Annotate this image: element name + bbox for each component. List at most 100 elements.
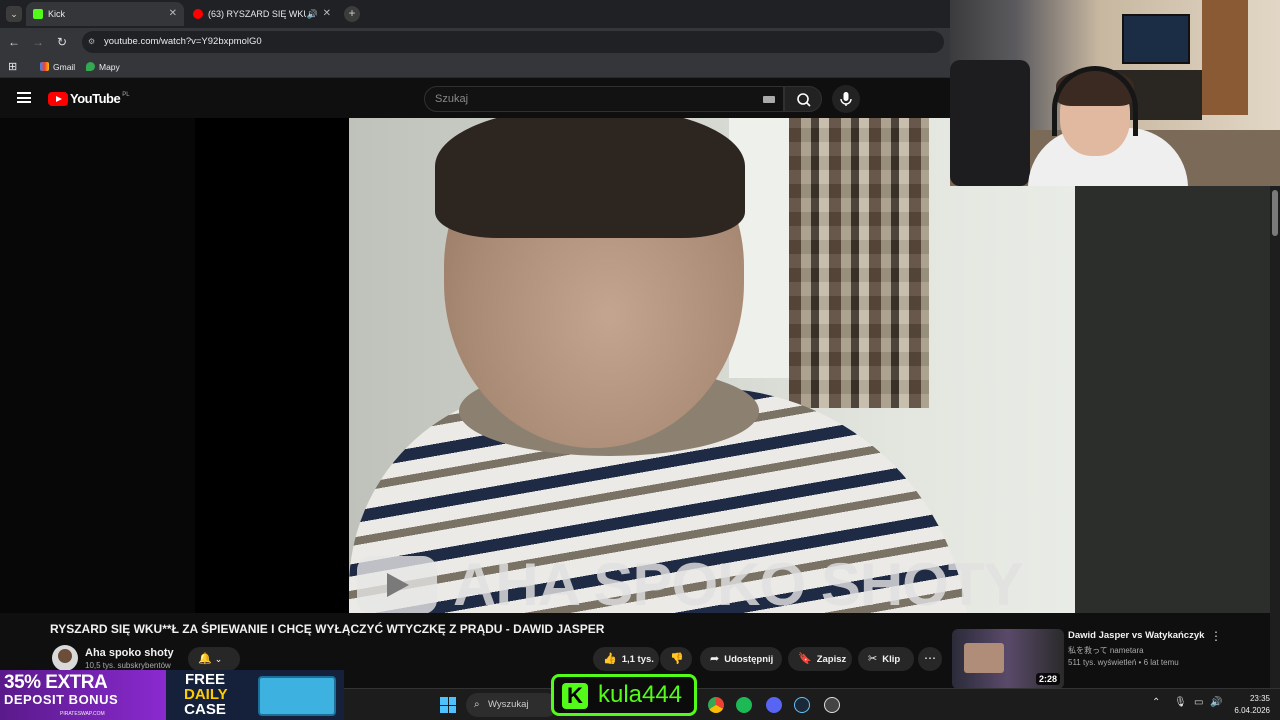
dislike-button[interactable]: 👎 — [660, 647, 692, 671]
tray-volume-icon[interactable]: 🔊 — [1210, 697, 1222, 708]
windows-start-icon[interactable] — [440, 697, 456, 713]
video-person-hair — [435, 118, 745, 238]
channel-watermark: AHA SPOKO SHOTY — [357, 550, 1024, 613]
like-count: 1,1 tys. — [621, 654, 654, 665]
youtube-header: YouTube PL — [0, 80, 950, 118]
promo-headline: 35% EXTRA — [4, 672, 108, 693]
notification-bell-button[interactable]: 🔔 ⌄ — [188, 647, 240, 671]
recommended-channel[interactable]: 私を救って nametara — [1068, 645, 1144, 656]
youtube-play-logo-icon — [48, 92, 68, 106]
search-icon: ⌕ — [474, 699, 480, 710]
gmail-icon — [40, 62, 49, 71]
deposit-bonus-banner: 35% EXTRA DEPOSIT BONUS PIRATESWAP.COM — [0, 670, 166, 720]
channel-name[interactable]: Aha spoko shoty — [85, 647, 174, 659]
address-toolbar: ← → ↻ ⚙ youtube.com/watch?v=Y92bxpmolG0 — [0, 28, 950, 56]
keyboard-icon[interactable] — [763, 96, 775, 103]
video-title: RYSZARD SIĘ WKU**Ł ZA ŚPIEWANIE I CHCĘ W… — [50, 622, 605, 636]
back-arrow-icon[interactable]: ← — [6, 34, 22, 50]
search-input[interactable] — [425, 87, 725, 111]
kick-username-badge: K kula444 — [551, 674, 697, 716]
channel-avatar[interactable] — [52, 645, 78, 671]
case-box-icon — [258, 676, 336, 716]
save-label: Zapisz — [816, 654, 847, 665]
recommended-title[interactable]: Dawid Jasper vs Watykańczyk — [1068, 630, 1204, 641]
chevron-down-icon: ⌄ — [214, 654, 223, 664]
scrollbar-thumb[interactable] — [1272, 190, 1278, 236]
case-text: FREE DAILY CASE — [184, 671, 228, 718]
taskbar-search[interactable]: ⌕ Wyszukaj — [466, 693, 558, 717]
close-tab-icon[interactable]: ✕ — [323, 2, 331, 26]
steam-icon[interactable] — [794, 697, 810, 713]
tray-network-icon[interactable]: ▭ — [1194, 697, 1203, 708]
tab-label: (63) RYSZARD SIĘ WKU**Ł Z — [208, 9, 306, 19]
bookmark-gmail[interactable]: Gmail — [40, 56, 75, 78]
share-button[interactable]: ➦ Udostępnij — [700, 647, 782, 671]
discord-icon[interactable] — [766, 697, 782, 713]
thumbnail-image — [964, 643, 1004, 673]
video-curtain-shade — [789, 118, 929, 408]
hamburger-menu-icon[interactable] — [17, 92, 31, 103]
right-panel — [1075, 186, 1270, 613]
kick-username: kula444 — [598, 681, 683, 708]
forward-arrow-icon[interactable]: → — [30, 34, 46, 50]
taskbar-search-placeholder: Wyszukaj — [488, 699, 529, 710]
search-box — [424, 86, 784, 112]
bookmark-maps[interactable]: Mapy — [86, 56, 120, 78]
video-player[interactable]: AHA SPOKO SHOTY — [0, 118, 1075, 613]
tab-search-icon[interactable]: ⌄ — [6, 6, 22, 22]
save-button[interactable]: 🔖 Zapisz — [788, 647, 852, 671]
thumbs-down-icon: 👎 — [670, 653, 684, 665]
scissors-icon: ✂ — [868, 653, 878, 665]
reload-icon[interactable]: ↻ — [54, 34, 70, 50]
tab-youtube[interactable]: (63) RYSZARD SIĘ WKU**Ł Z 🔊 ✕ — [186, 2, 338, 26]
daily-case-banner: FREE DAILY CASE — [166, 670, 344, 720]
case-line-1: FREE — [184, 671, 225, 688]
microphone-icon — [840, 92, 852, 106]
clock-date: 6.04.2026 — [1234, 706, 1270, 715]
taskbar-clock[interactable]: 23:35 6.04.2026 — [1230, 693, 1270, 717]
url-text: youtube.com/watch?v=Y92bxpmolG0 — [104, 36, 262, 47]
video-duration: 2:28 — [1035, 673, 1060, 685]
bell-icon: 🔔 — [198, 653, 212, 665]
tray-chevron-up-icon[interactable]: ⌃ — [1152, 697, 1160, 708]
tab-kick[interactable]: Kick ✕ — [26, 2, 184, 26]
youtube-logo[interactable]: YouTube PL — [48, 92, 130, 106]
video-frame[interactable]: AHA SPOKO SHOTY — [349, 118, 1075, 613]
more-actions-button[interactable]: ⋯ — [918, 647, 942, 671]
speaker-icon[interactable]: 🔊 — [307, 2, 318, 26]
voice-search-button[interactable] — [832, 85, 860, 113]
share-label: Udostępnij — [724, 654, 774, 665]
bookmark-icon: 🔖 — [798, 653, 812, 665]
page-scrollbar[interactable] — [1270, 186, 1280, 706]
apps-grid-icon[interactable]: ⊞ — [8, 56, 17, 78]
close-tab-icon[interactable]: ✕ — [169, 2, 177, 26]
player-letterbox — [0, 118, 195, 613]
webcam-tv — [1122, 14, 1190, 64]
clock-time: 23:35 — [1249, 694, 1270, 703]
site-info-icon[interactable]: ⚙ — [88, 37, 98, 47]
new-tab-button[interactable]: + — [344, 6, 360, 22]
streamer-webcam — [950, 0, 1280, 186]
recommended-thumbnail[interactable]: 2:28 — [952, 629, 1064, 689]
tray-mic-icon[interactable]: 🎙 — [1174, 697, 1187, 708]
recommended-meta: 511 tys. wyświetleń • 6 lat temu — [1068, 658, 1179, 667]
logo-wordmark: YouTube — [70, 91, 121, 106]
search-button[interactable] — [784, 86, 822, 112]
share-arrow-icon: ➦ — [710, 653, 720, 665]
bookmark-label: Gmail — [53, 62, 76, 72]
url-bar[interactable]: ⚙ youtube.com/watch?v=Y92bxpmolG0 — [82, 31, 944, 53]
clip-label: Klip — [882, 654, 901, 665]
watermark-text: AHA SPOKO SHOTY — [453, 551, 1024, 613]
case-line-2: DAILY — [184, 686, 228, 703]
like-button[interactable]: 👍 1,1 tys. — [593, 647, 659, 671]
spotify-icon[interactable] — [736, 697, 752, 713]
settings-gear-icon[interactable] — [824, 697, 840, 713]
chrome-icon[interactable] — [708, 697, 724, 713]
subscriber-count: 10,5 tys. subskrybentów — [85, 661, 171, 670]
kick-logo-icon: K — [562, 683, 588, 709]
tab-label: Kick — [48, 9, 66, 19]
case-line-3: CASE — [184, 701, 226, 718]
kebab-menu-icon[interactable]: ⋮ — [1210, 629, 1222, 643]
recommended-video[interactable]: 2:28 Dawid Jasper vs Watykańczyk 私を救って n… — [950, 627, 1270, 689]
clip-button[interactable]: ✂ Klip — [858, 647, 914, 671]
